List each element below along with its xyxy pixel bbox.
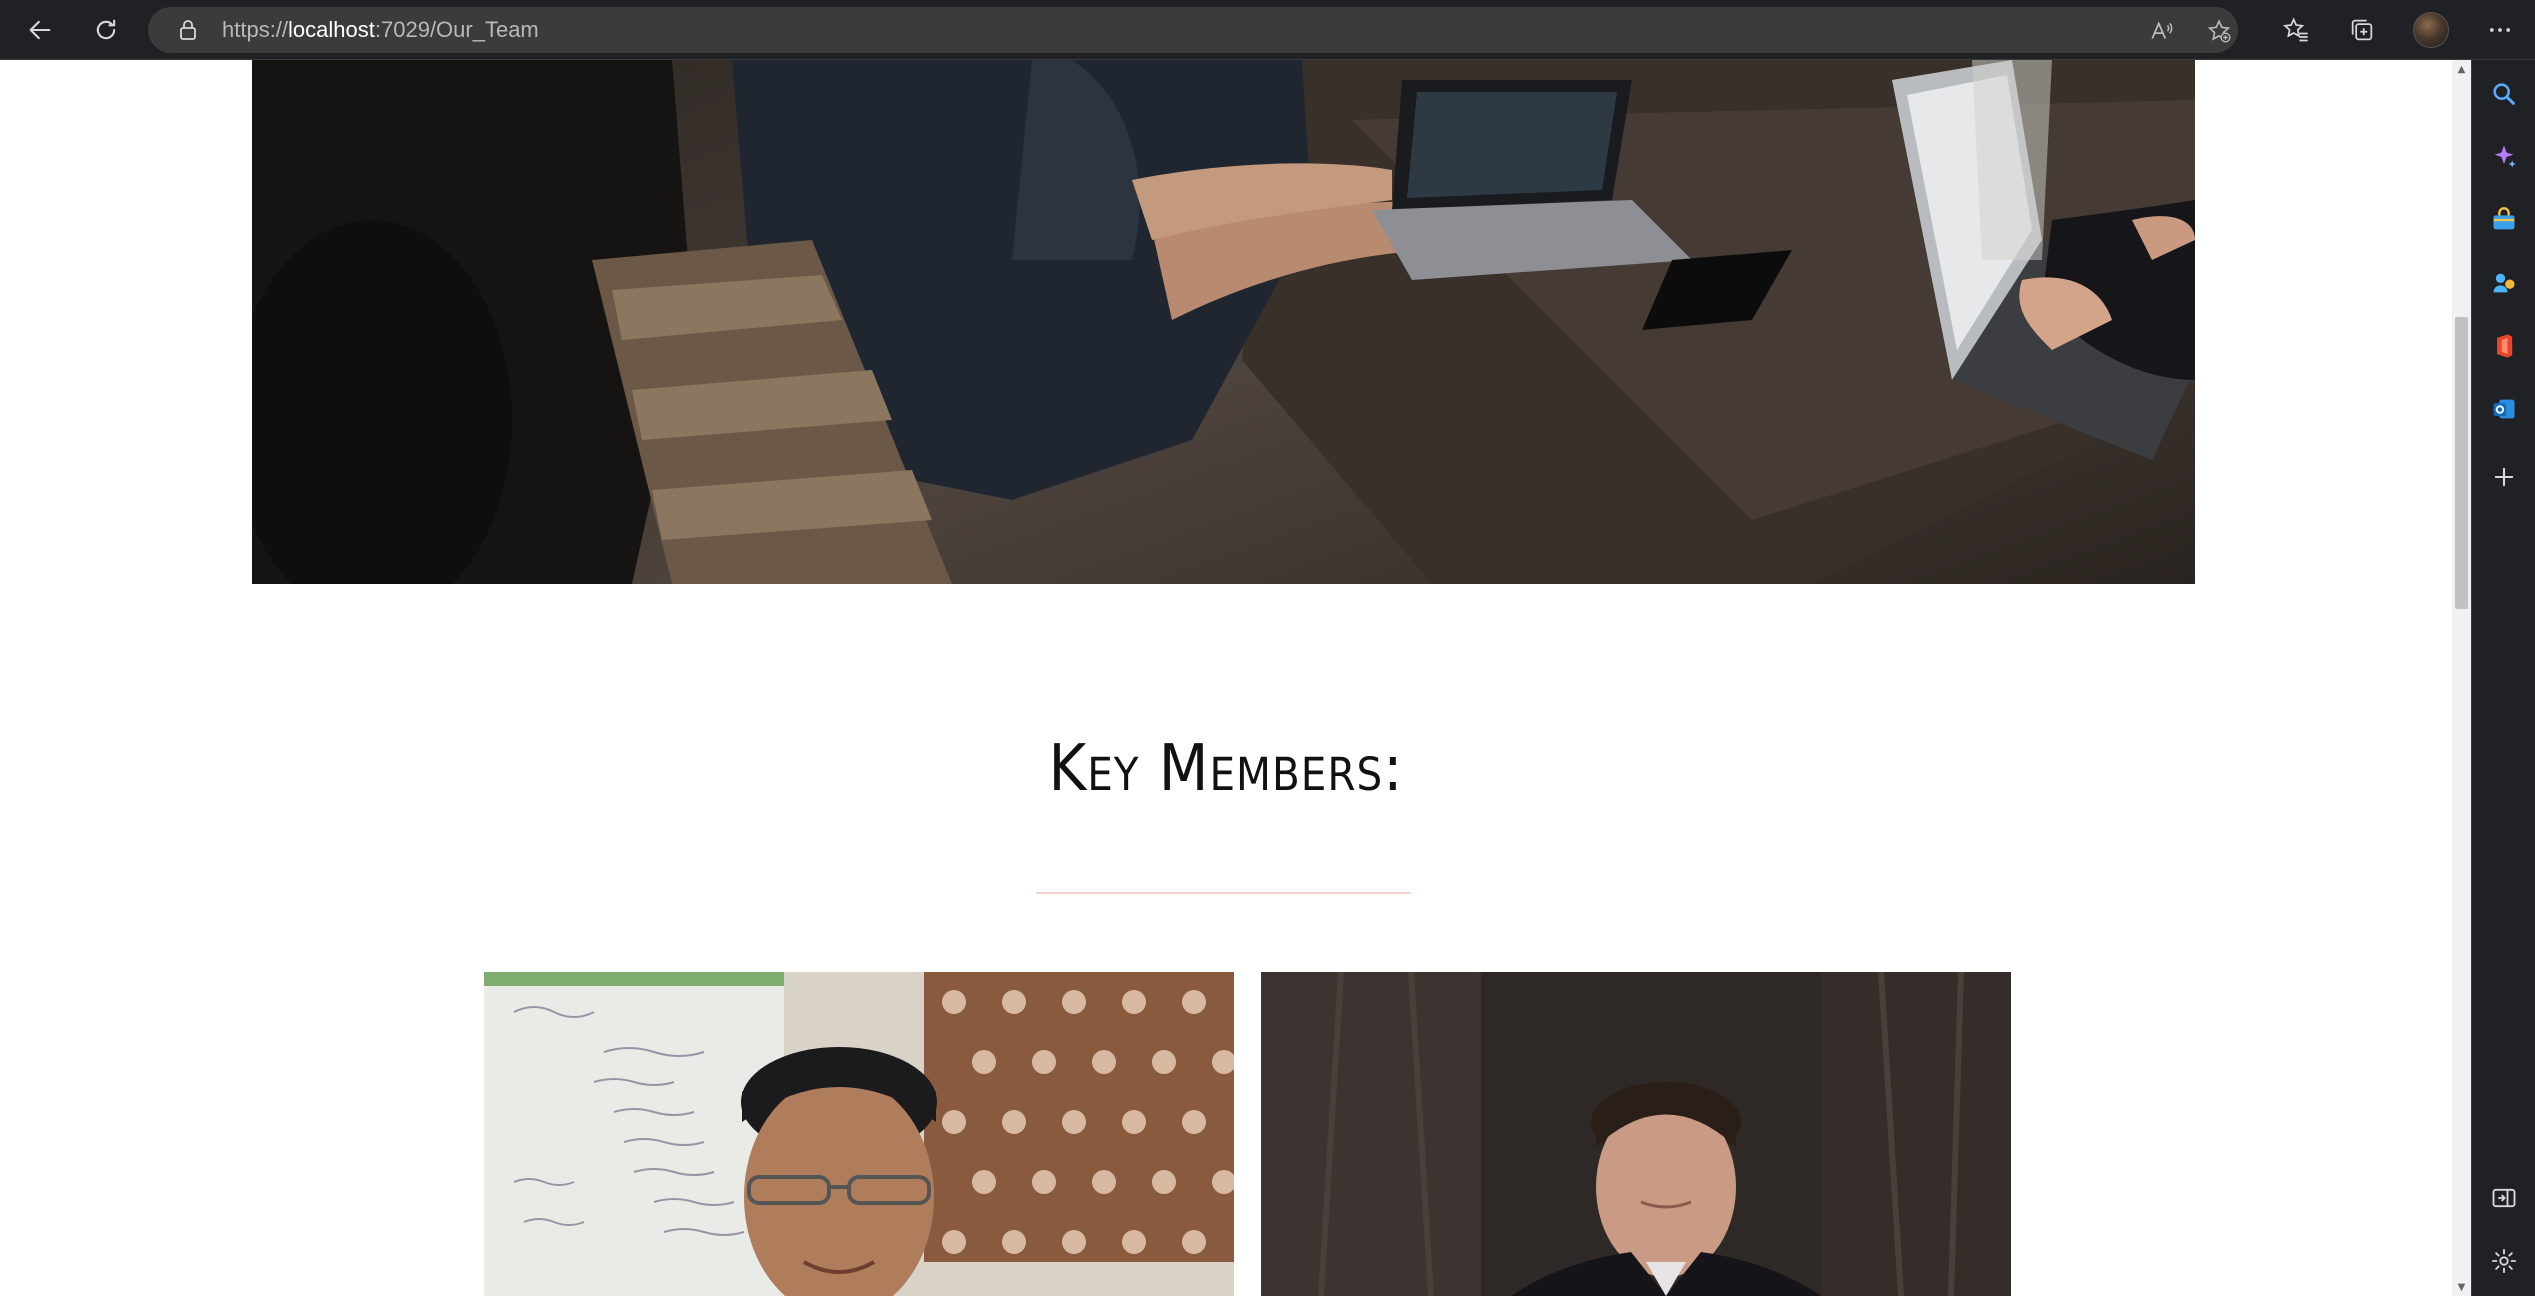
sidebar-outlook-button[interactable] xyxy=(2484,389,2524,429)
sidebar-add-button[interactable] xyxy=(2484,457,2524,497)
hero-image xyxy=(252,60,2195,584)
favorites-button[interactable] xyxy=(2276,10,2316,50)
outlook-icon xyxy=(2493,399,2515,419)
url-text: https://localhost:7029/Our_Team xyxy=(222,7,539,53)
scroll-thumb[interactable] xyxy=(2455,317,2468,609)
sidebar-search-button[interactable] xyxy=(2484,74,2524,114)
scroll-up-button[interactable]: ▲ xyxy=(2452,60,2471,78)
add-icon xyxy=(2494,467,2514,487)
shopping-icon xyxy=(2493,207,2515,230)
page-viewport: Key Members: xyxy=(0,60,2452,1296)
favorites-icon xyxy=(2283,17,2308,42)
url-host: localhost xyxy=(288,17,375,42)
sidebar-office-button[interactable] xyxy=(2484,326,2524,366)
page-scrollbar[interactable]: ▲ ▼ xyxy=(2452,60,2471,1296)
sidebar-hide-button[interactable] xyxy=(2484,1178,2524,1218)
team-photo-illustration xyxy=(252,60,2195,584)
url-scheme: https:// xyxy=(222,17,289,42)
refresh-button[interactable] xyxy=(86,10,126,50)
add-favorite-button[interactable] xyxy=(2203,15,2235,47)
address-bar[interactable]: https://localhost:7029/Our_Team xyxy=(148,7,2238,53)
read-aloud-button[interactable] xyxy=(2146,15,2178,47)
read-aloud-icon xyxy=(2151,21,2173,39)
scroll-down-button[interactable]: ▼ xyxy=(2452,1278,2471,1296)
settings-icon xyxy=(2491,1248,2517,1274)
member-card-2 xyxy=(1261,972,2011,1296)
more-options-button[interactable] xyxy=(2480,10,2520,50)
edge-sidebar xyxy=(2471,60,2535,1296)
back-button[interactable] xyxy=(20,10,60,50)
url-path: :7029/Our_Team xyxy=(374,17,539,42)
hide-sidebar-icon xyxy=(2492,1188,2516,1208)
profile-avatar[interactable] xyxy=(2413,12,2449,48)
member-card-1 xyxy=(484,972,1234,1296)
games-icon xyxy=(2493,273,2515,293)
refresh-icon xyxy=(96,19,116,40)
sidebar-copilot-button[interactable] xyxy=(2484,137,2524,177)
add-favorite-icon xyxy=(2207,19,2231,43)
more-options-icon xyxy=(2489,28,2511,32)
member-photo-2 xyxy=(1261,972,2011,1296)
office-icon xyxy=(2497,334,2513,358)
lock-icon xyxy=(180,20,196,40)
sidebar-settings-button[interactable] xyxy=(2484,1241,2524,1281)
collections-button[interactable] xyxy=(2342,10,2382,50)
section-title: Key Members: xyxy=(1048,732,1404,806)
sidebar-games-button[interactable] xyxy=(2484,263,2524,303)
member-photo-1 xyxy=(484,972,1234,1296)
browser-toolbar: https://localhost:7029/Our_Team xyxy=(0,0,2535,60)
search-icon xyxy=(2493,83,2515,105)
sidebar-shopping-button[interactable] xyxy=(2484,200,2524,240)
title-divider xyxy=(1036,892,1411,894)
back-arrow-icon xyxy=(29,20,51,40)
copilot-icon xyxy=(2494,145,2516,168)
collections-icon xyxy=(2351,19,2373,41)
